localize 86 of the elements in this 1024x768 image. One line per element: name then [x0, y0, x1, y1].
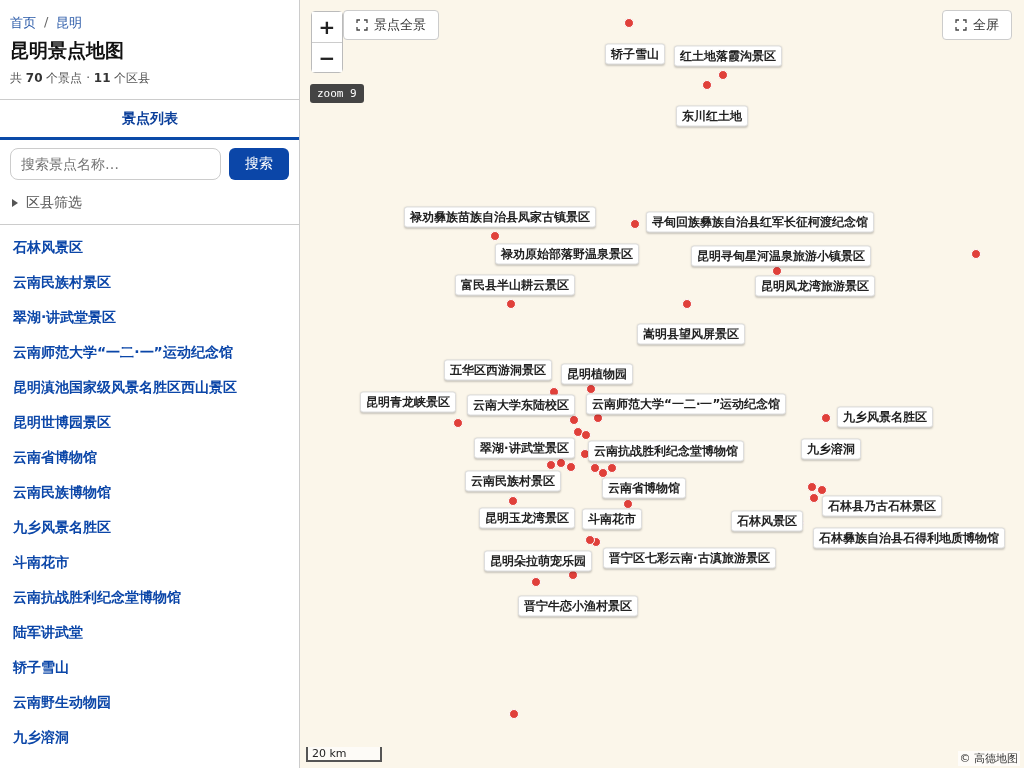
- map-marker[interactable]: [821, 413, 831, 423]
- marker-label: 昆明玉龙湾景区: [479, 507, 575, 529]
- marker-label: 嵩明县望风屏景区: [637, 323, 745, 345]
- marker-label: 寻甸回族彝族自治县红军长征柯渡纪念馆: [646, 211, 874, 233]
- marker-label: 晋宁牛恋小渔村景区: [518, 595, 638, 617]
- map-marker[interactable]: [702, 80, 712, 90]
- marker-label: 云南师范大学“一二·一”运动纪念馆: [586, 393, 787, 415]
- map-marker[interactable]: [546, 460, 556, 470]
- marker-label: 石林风景区: [731, 510, 803, 532]
- marker-label: 红土地落霞沟景区: [674, 45, 782, 67]
- marker-label: 五华区西游洞景区: [444, 359, 552, 381]
- spot-link[interactable]: 九乡风景名胜区: [13, 517, 286, 537]
- map-marker[interactable]: [566, 462, 576, 472]
- spot-link[interactable]: 陆军讲武堂: [13, 622, 286, 642]
- marker-label: 石林彝族自治县石得利地质博物馆: [813, 527, 1005, 549]
- map-marker[interactable]: [581, 430, 591, 440]
- map-marker[interactable]: [569, 415, 579, 425]
- marker-label: 昆明寻甸星河温泉旅游小镇景区: [691, 245, 871, 267]
- breadcrumb-link[interactable]: 首页: [10, 14, 36, 32]
- map-marker[interactable]: [682, 299, 692, 309]
- map-marker[interactable]: [817, 485, 827, 495]
- marker-label: 晋宁区七彩云南·古滇旅游景区: [603, 547, 776, 569]
- spot-link[interactable]: 云南抗战胜利纪念堂博物馆: [13, 587, 286, 607]
- marker-label: 九乡风景名胜区: [837, 406, 933, 428]
- page-title: 昆明景点地图: [10, 38, 125, 63]
- map-marker[interactable]: [508, 496, 518, 506]
- map-marker[interactable]: [453, 418, 463, 428]
- map-marker[interactable]: [490, 231, 500, 241]
- spot-link[interactable]: 九乡溶洞: [13, 727, 286, 747]
- spot-link[interactable]: 斗南花市: [13, 552, 286, 572]
- spot-link[interactable]: 云南民族村景区: [13, 272, 286, 292]
- marker-label: 云南大学东陆校区: [467, 394, 575, 416]
- breadcrumb-link[interactable]: 昆明: [56, 14, 83, 32]
- map-marker[interactable]: [556, 458, 566, 468]
- spot-link[interactable]: 云南省博物馆: [13, 447, 286, 467]
- spot-link[interactable]: 石林风景区: [13, 237, 286, 257]
- fullscreen-button[interactable]: 全屏: [942, 10, 1012, 40]
- search-field[interactable]: 搜索景点名称…: [10, 148, 221, 180]
- map-marker[interactable]: [718, 70, 728, 80]
- map-marker[interactable]: [623, 499, 633, 509]
- spot-link[interactable]: 云南民族博物馆: [13, 482, 286, 502]
- marker-label: 昆明植物园: [561, 363, 633, 385]
- map-marker[interactable]: [971, 249, 981, 259]
- marker-label: 东川红土地: [676, 105, 748, 127]
- zoom-out-button[interactable]: −: [312, 42, 342, 72]
- marker-label: 昆明凤龙湾旅游景区: [755, 275, 875, 297]
- marker-label: 禄劝彝族苗族自治县凤家古镇景区: [404, 206, 596, 228]
- district-filter-toggle[interactable]: 区县筛选: [0, 184, 299, 225]
- map-marker[interactable]: [624, 18, 634, 28]
- marker-label: 翠湖·讲武堂景区: [474, 437, 575, 459]
- map-marker[interactable]: [531, 577, 541, 587]
- triangle-icon: [12, 199, 18, 207]
- map-attribution: © 高德地图: [957, 751, 1020, 766]
- marker-label: 云南民族村景区: [465, 470, 561, 492]
- marker-label: 云南省博物馆: [602, 477, 686, 499]
- spot-link[interactable]: 云南师范大学“一二·一”运动纪念馆: [13, 342, 286, 362]
- spot-link[interactable]: 轿子雪山: [13, 657, 286, 677]
- map-marker[interactable]: [506, 299, 516, 309]
- spot-link[interactable]: 云南野生动物园: [13, 692, 286, 712]
- marker-label: 昆明朵拉萌宠乐园: [484, 550, 592, 572]
- map-marker[interactable]: [630, 219, 640, 229]
- marker-label: 九乡溶洞: [801, 438, 861, 460]
- search-button[interactable]: 搜索: [229, 148, 289, 180]
- summary-text: 共 70 个景点 · 11 个区县: [10, 70, 152, 87]
- marker-label: 云南抗战胜利纪念堂博物馆: [588, 440, 744, 462]
- map-marker[interactable]: [607, 463, 617, 473]
- zoom-level-badge: zoom 9: [310, 84, 364, 103]
- scale-bar: 20 km: [306, 747, 382, 762]
- map-marker[interactable]: [509, 709, 519, 719]
- map-marker[interactable]: [598, 468, 608, 478]
- marker-label: 轿子雪山: [605, 43, 665, 65]
- expand-corners-icon: [955, 19, 967, 31]
- marker-label: 石林县乃古石林景区: [822, 495, 942, 517]
- map-marker[interactable]: [809, 493, 819, 503]
- spot-link[interactable]: 翠湖·讲武堂景区: [13, 307, 286, 327]
- spot-link[interactable]: 昆明滇池国家级风景名胜区西山景区: [13, 377, 286, 397]
- marker-label: 富民县半山耕云景区: [455, 274, 575, 296]
- marker-label: 禄劝原始部落野温泉景区: [495, 243, 639, 265]
- spot-link[interactable]: 昆明世博园景区: [13, 412, 286, 432]
- map-marker[interactable]: [585, 535, 595, 545]
- expand-corners-icon: [356, 19, 368, 31]
- marker-label: 昆明青龙峡景区: [360, 391, 456, 413]
- fit-all-button[interactable]: 景点全景: [343, 10, 439, 40]
- marker-label: 斗南花市: [582, 508, 642, 530]
- map-marker[interactable]: [807, 482, 817, 492]
- breadcrumb-separator: /: [44, 14, 49, 31]
